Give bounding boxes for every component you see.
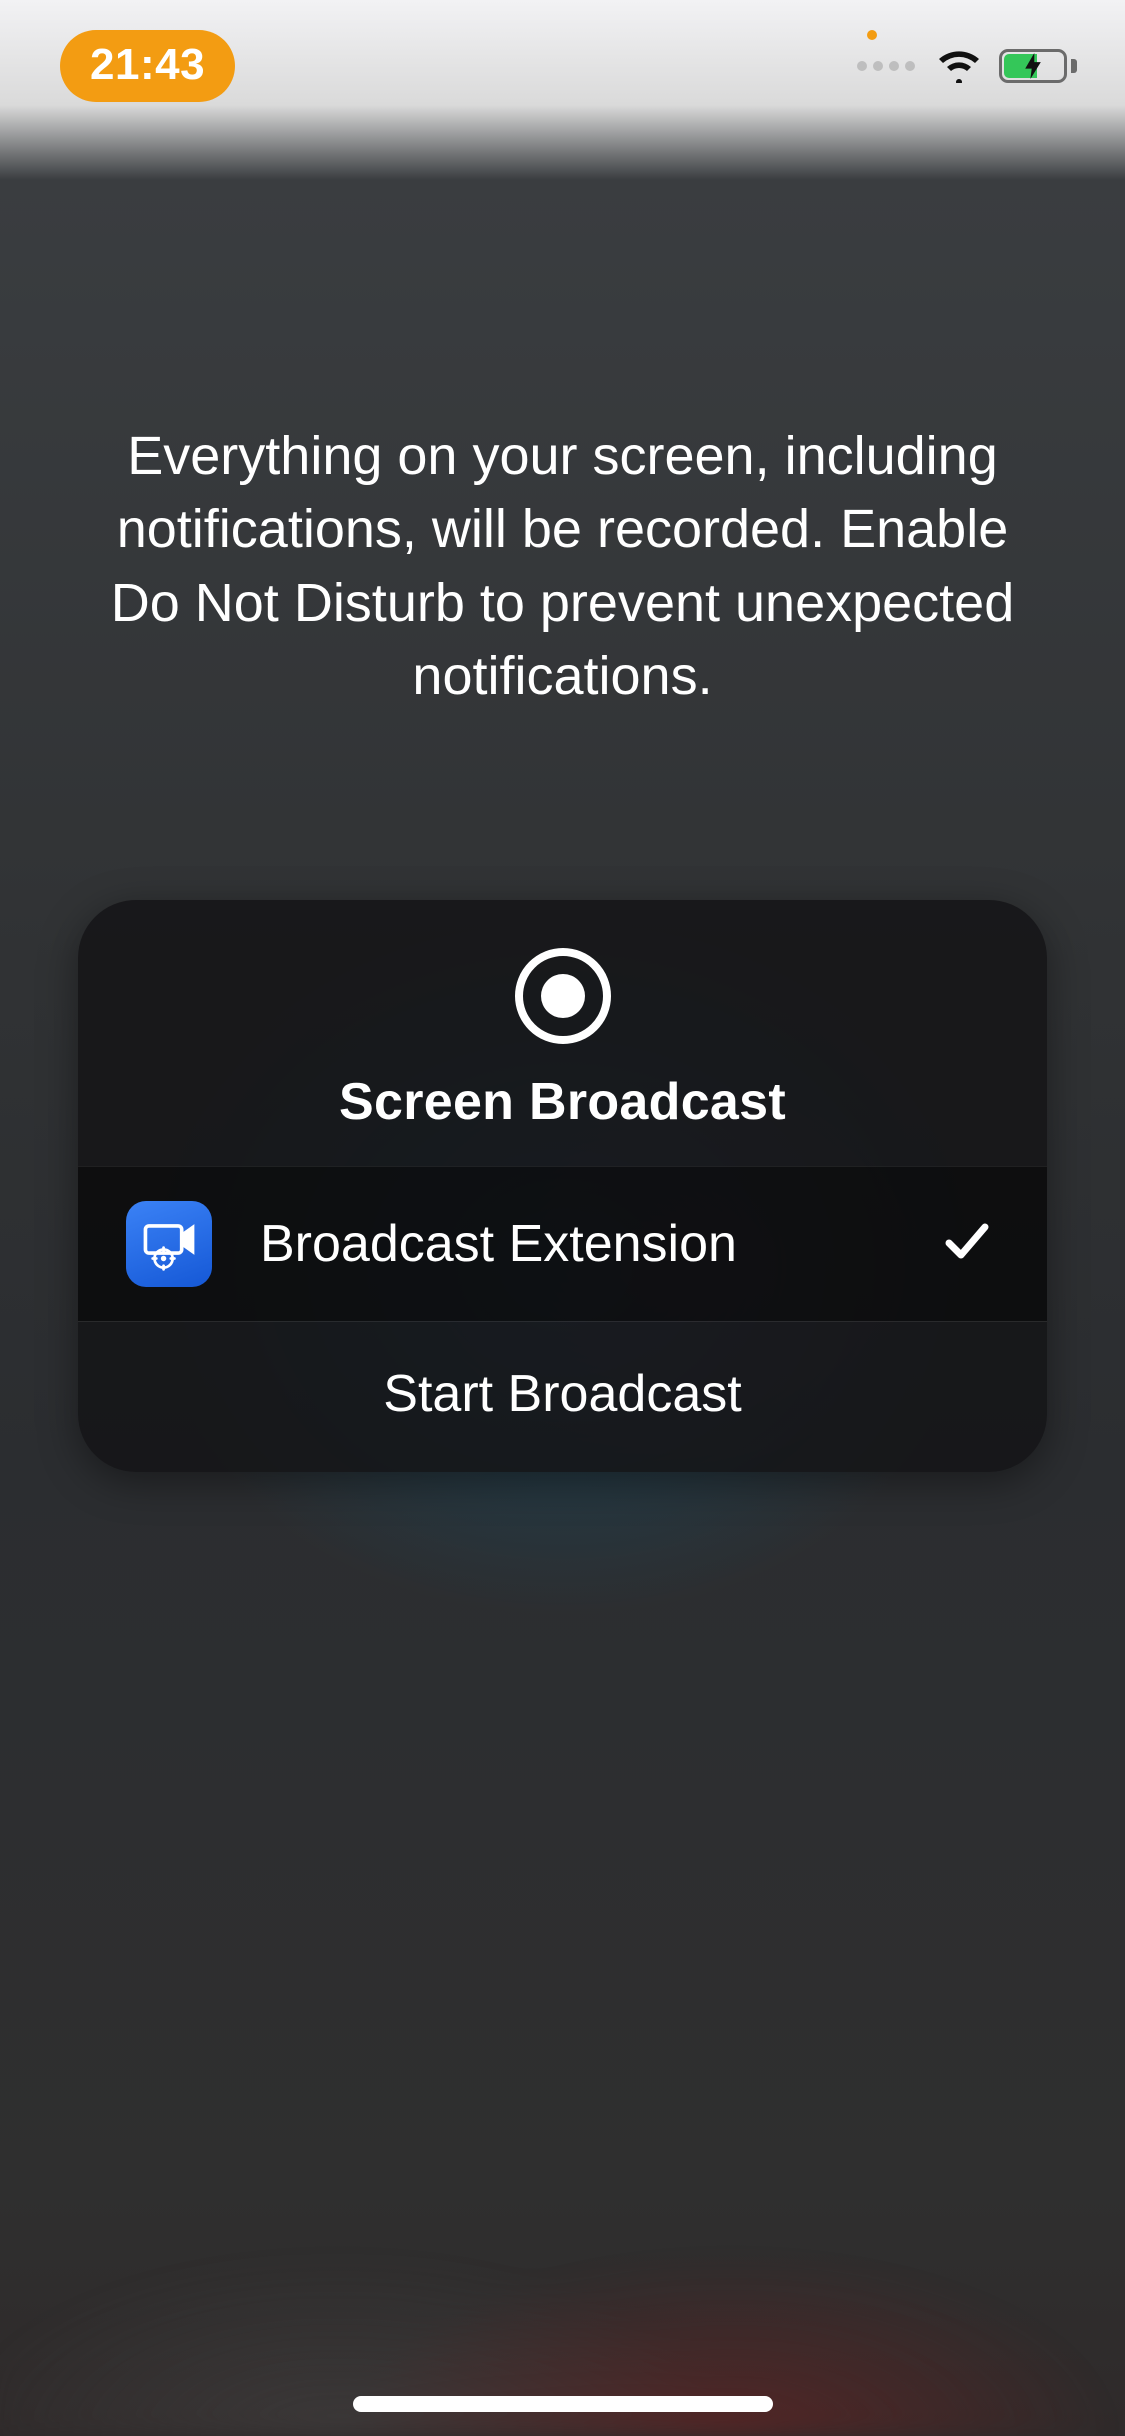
battery-icon — [999, 49, 1077, 83]
status-right-cluster — [857, 49, 1077, 83]
card-title: Screen Broadcast — [339, 1072, 786, 1132]
broadcast-option-label: Broadcast Extension — [260, 1214, 893, 1274]
status-time-pill[interactable]: 21:43 — [60, 30, 235, 102]
broadcast-extension-app-icon — [126, 1201, 212, 1287]
card-header: Screen Broadcast — [78, 900, 1047, 1166]
recording-warning-text: Everything on your screen, including not… — [0, 420, 1125, 714]
cellular-signal-icon — [857, 61, 915, 71]
checkmark-icon — [941, 1217, 991, 1272]
broadcast-picker-card: Screen Broadcast Broadcast Extension Sta… — [78, 900, 1047, 1472]
start-broadcast-button[interactable]: Start Broadcast — [78, 1321, 1047, 1472]
home-indicator[interactable] — [353, 2396, 773, 2412]
wifi-icon — [937, 49, 981, 83]
broadcast-option-row[interactable]: Broadcast Extension — [78, 1166, 1047, 1321]
mic-indicator-dot-icon — [867, 30, 877, 40]
status-bar: 21:43 — [0, 0, 1125, 132]
screen-record-icon — [515, 948, 611, 1044]
battery-charging-bolt-icon — [1002, 52, 1064, 80]
